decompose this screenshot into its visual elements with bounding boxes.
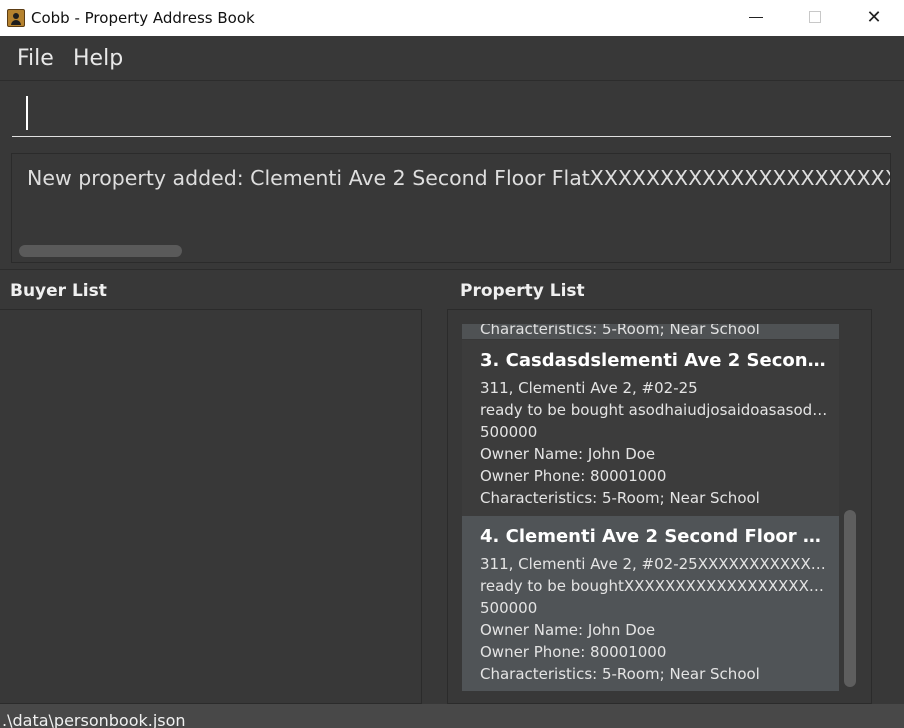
property-address: 311, Clementi Ave 2, #02-25 bbox=[480, 379, 698, 397]
maximize-button[interactable] bbox=[786, 0, 844, 36]
property-owner-phone: Owner Phone: 80001000 bbox=[480, 467, 667, 485]
menu-bar: File Help bbox=[0, 36, 904, 80]
menu-file[interactable]: File bbox=[17, 46, 54, 71]
minimize-button[interactable] bbox=[727, 0, 785, 36]
minimize-icon bbox=[749, 17, 763, 18]
property-address: 311, Clementi Ave 2, #02-25XXXXXXXXXXXXX… bbox=[480, 555, 830, 573]
property-owner-phone: Owner Phone: 80001000 bbox=[480, 643, 667, 661]
status-bar: .\data\personbook.json bbox=[0, 704, 904, 728]
save-file-path: .\data\personbook.json bbox=[2, 711, 186, 728]
result-message: New property added: Clementi Ave 2 Secon… bbox=[27, 166, 890, 190]
address-book-icon bbox=[7, 9, 25, 27]
command-box bbox=[0, 81, 904, 145]
result-display: New property added: Clementi Ave 2 Secon… bbox=[11, 153, 891, 263]
property-heading: 4. Clementi Ave 2 Second Floor FlatXXXXX… bbox=[480, 526, 830, 547]
maximize-icon bbox=[809, 11, 821, 23]
property-list-title: Property List bbox=[460, 281, 585, 301]
property-characteristics: Characteristics: 5-Room; Near School bbox=[480, 489, 760, 507]
window-titlebar: Cobb - Property Address Book ✕ bbox=[0, 0, 904, 36]
result-divider bbox=[0, 269, 904, 270]
command-input[interactable] bbox=[12, 93, 891, 137]
property-list-panel[interactable]: Characteristics: 5-Room; Near School 3. … bbox=[447, 309, 872, 704]
property-description: ready to be bought asodhaiudjosaidoasaso… bbox=[480, 401, 830, 419]
property-list-scrollbar[interactable] bbox=[844, 510, 856, 687]
property-heading: 3. Casdasdslementi Ave 2 Second Floor Fl… bbox=[480, 350, 830, 371]
close-button[interactable]: ✕ bbox=[845, 0, 903, 36]
buyer-list-panel[interactable] bbox=[0, 309, 422, 704]
property-owner-name: Owner Name: John Doe bbox=[480, 621, 656, 639]
list-item-selected[interactable]: 4. Clementi Ave 2 Second Floor FlatXXXXX… bbox=[462, 516, 839, 691]
list-item[interactable]: Characteristics: 5-Room; Near School bbox=[462, 324, 839, 339]
buyer-list-title: Buyer List bbox=[10, 281, 107, 301]
menu-help[interactable]: Help bbox=[73, 46, 123, 71]
property-characteristics: Characteristics: 5-Room; Near School bbox=[480, 665, 760, 683]
window-title: Cobb - Property Address Book bbox=[31, 9, 255, 27]
result-horizontal-scrollbar[interactable] bbox=[19, 245, 182, 257]
property-characteristics: Characteristics: 5-Room; Near School bbox=[480, 324, 760, 338]
property-price: 500000 bbox=[480, 423, 538, 441]
property-owner-name: Owner Name: John Doe bbox=[480, 445, 656, 463]
text-caret bbox=[26, 96, 28, 130]
property-price: 500000 bbox=[480, 599, 538, 617]
list-item[interactable]: 3. Casdasdslementi Ave 2 Second Floor Fl… bbox=[462, 340, 839, 516]
property-description: ready to be boughtXXXXXXXXXXXXXXXXXXXXXX… bbox=[480, 577, 830, 595]
